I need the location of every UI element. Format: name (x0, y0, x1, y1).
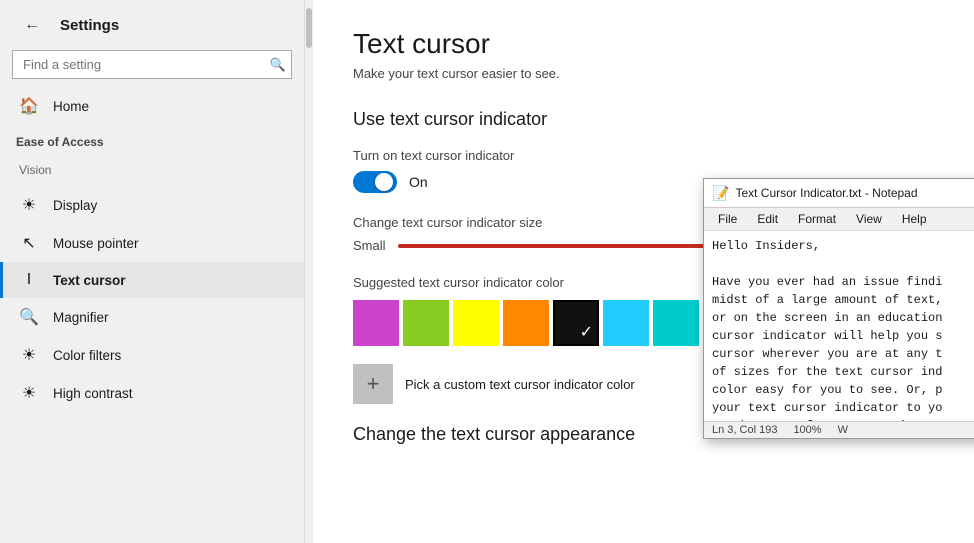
color-swatch-lightblue[interactable] (603, 300, 649, 346)
status-zoom: 100% (793, 424, 821, 436)
page-subtitle: Make your text cursor easier to see. (353, 66, 934, 81)
status-encoding: W (838, 424, 848, 436)
sidebar-item-text-cursor-label: Text cursor (53, 273, 126, 288)
menu-edit[interactable]: Edit (749, 210, 786, 228)
scrollbar-thumb (306, 8, 312, 48)
color-filters-icon: ☀ (19, 345, 39, 365)
notepad-statusbar: Ln 3, Col 193 100% W (704, 421, 974, 438)
settings-scrollbar[interactable] (305, 0, 313, 543)
notepad-line-7: cursor wherever you are at any t (712, 345, 974, 363)
ease-of-access-label: Ease of Access (0, 125, 304, 155)
notepad-app-icon: 📝 (712, 185, 729, 202)
status-left: Ln 3, Col 193 100% W (712, 424, 848, 436)
notepad-line-10: your text cursor indicator to yo (712, 399, 974, 417)
mouse-pointer-icon: ↖ (19, 233, 39, 253)
color-swatch-yellow[interactable] (453, 300, 499, 346)
menu-file[interactable]: File (710, 210, 745, 228)
home-icon: 🏠 (19, 96, 39, 116)
notepad-content[interactable]: Hello Insiders, Have you ever had an iss… (704, 231, 974, 421)
menu-help[interactable]: Help (894, 210, 935, 228)
sidebar-title: Settings (60, 17, 119, 34)
sidebar-item-mouse-pointer-label: Mouse pointer (53, 236, 139, 251)
main-content: Text cursor Make your text cursor easier… (313, 0, 974, 543)
toggle-state-label: On (409, 174, 428, 190)
menu-format[interactable]: Format (790, 210, 844, 228)
color-swatch-purple[interactable] (353, 300, 399, 346)
color-swatch-green[interactable] (403, 300, 449, 346)
search-icon-button[interactable]: 🔍 (270, 57, 286, 73)
notepad-line-8: of sizes for the text cursor ind (712, 363, 974, 381)
color-swatch-orange[interactable] (503, 300, 549, 346)
minimize-button[interactable]: — (970, 183, 974, 203)
high-contrast-icon: ☀ (19, 383, 39, 403)
sidebar-item-magnifier[interactable]: 🔍 Magnifier (0, 298, 304, 336)
sidebar-item-color-filters[interactable]: ☀ Color filters (0, 336, 304, 374)
notepad-title-text: Text Cursor Indicator.txt - Notepad (735, 186, 917, 200)
notepad-win-controls: — □ ✕ (970, 183, 974, 203)
slider-fill (398, 244, 717, 248)
notepad-line-5: or on the screen in an education (712, 309, 974, 327)
notepad-window: 📝 Text Cursor Indicator.txt - Notepad — … (703, 178, 974, 439)
search-input[interactable] (12, 50, 292, 79)
toggle-switch[interactable] (353, 171, 397, 193)
sidebar-item-display-label: Display (53, 198, 97, 213)
sidebar-section-vision: Vision (0, 155, 304, 186)
status-ln-col: Ln 3, Col 193 (712, 424, 777, 436)
vision-label: Vision (19, 163, 51, 177)
notepad-line-11: In the Ease of Access settings, (712, 417, 974, 421)
custom-color-label: Pick a custom text cursor indicator colo… (405, 377, 635, 392)
menu-view[interactable]: View (848, 210, 890, 228)
notepad-line-3: Have you ever had an issue findi (712, 273, 974, 291)
color-swatch-teal[interactable] (653, 300, 699, 346)
sidebar-item-magnifier-label: Magnifier (53, 310, 109, 325)
slider-small-label: Small (353, 238, 386, 253)
notepad-line-4: midst of a large amount of text, (712, 291, 974, 309)
toggle-description: Turn on text cursor indicator (353, 148, 934, 163)
text-cursor-icon: I (19, 271, 39, 289)
color-swatch-black[interactable]: ✓ (553, 300, 599, 346)
notepad-title-left: 📝 Text Cursor Indicator.txt - Notepad (712, 185, 918, 202)
sidebar-item-mouse-pointer[interactable]: ↖ Mouse pointer (0, 224, 304, 262)
sidebar-item-home-label: Home (53, 99, 89, 114)
sidebar-header: ← Settings (0, 0, 304, 50)
sidebar-item-high-contrast-label: High contrast (53, 386, 133, 401)
section1-heading: Use text cursor indicator (353, 109, 934, 130)
notepad-line-2 (712, 255, 974, 273)
notepad-line-6: cursor indicator will help you s (712, 327, 974, 345)
magnifier-icon: 🔍 (19, 307, 39, 327)
custom-color-box: + (353, 364, 393, 404)
swatch-checkmark: ✓ (580, 322, 593, 342)
notepad-line-9: color easy for you to see. Or, p (712, 381, 974, 399)
sidebar-item-text-cursor[interactable]: I Text cursor (0, 262, 304, 298)
sidebar: ← Settings 🔍 🏠 Home Ease of Access Visio… (0, 0, 305, 543)
notepad-menubar: File Edit Format View Help (704, 208, 974, 231)
toggle-knob (375, 173, 393, 191)
page-title: Text cursor (353, 28, 934, 60)
notepad-titlebar: 📝 Text Cursor Indicator.txt - Notepad — … (704, 179, 974, 208)
sidebar-item-color-filters-label: Color filters (53, 348, 121, 363)
back-button[interactable]: ← (16, 12, 48, 38)
notepad-line-1: Hello Insiders, (712, 237, 974, 255)
sidebar-item-display[interactable]: ☀ Display (0, 186, 304, 224)
sidebar-item-home[interactable]: 🏠 Home (0, 87, 304, 125)
display-icon: ☀ (19, 195, 39, 215)
sidebar-item-high-contrast[interactable]: ☀ High contrast (0, 374, 304, 412)
search-box: 🔍 (12, 50, 292, 79)
